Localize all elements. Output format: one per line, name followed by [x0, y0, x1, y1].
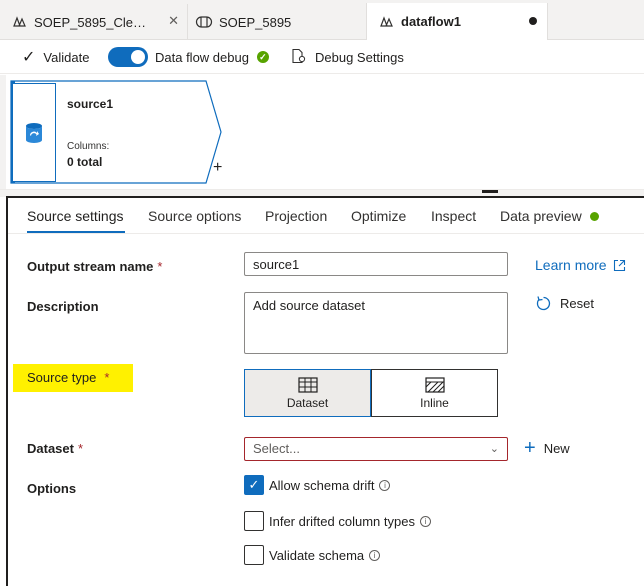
output-stream-label-text: Output stream name	[27, 259, 154, 274]
source-type-dataset-button[interactable]: Dataset	[244, 369, 371, 417]
chevron-down-icon: ⌄	[489, 443, 499, 455]
tab-soep-cleansed[interactable]: SOEP_5895_Cleansed_Data ✕	[10, 4, 188, 40]
validate-label: Validate	[43, 49, 90, 65]
validate-button[interactable]: ✓ Validate	[22, 40, 89, 74]
pipeline-icon	[195, 13, 213, 31]
node-columns-value: 0 total	[67, 155, 103, 169]
dataset-select[interactable]: Select... ⌄	[244, 437, 508, 461]
table-icon	[297, 377, 318, 393]
description-label: Description	[27, 299, 99, 314]
node-title: source1	[67, 97, 114, 111]
settings-doc-icon	[290, 48, 306, 67]
tab-source-options[interactable]: Source options	[148, 208, 241, 224]
source-node-icon-area	[12, 83, 56, 182]
tab-optimize[interactable]: Optimize	[351, 208, 406, 224]
debug-status: Data flow debug ✓	[155, 40, 269, 74]
required-marker: *	[104, 370, 110, 385]
reset-label: Reset	[560, 296, 594, 311]
source-type-inline-button[interactable]: Inline	[371, 369, 498, 417]
infer-drifted-types-label: Infer drifted column types	[269, 513, 415, 529]
unsaved-indicator	[529, 17, 537, 25]
checkbox-unchecked[interactable]	[244, 545, 264, 565]
inline-icon	[424, 377, 445, 393]
debug-settings-button[interactable]: Debug Settings	[290, 40, 404, 74]
tab-data-preview-label: Data preview	[500, 208, 582, 224]
learn-more-text: Learn more	[535, 257, 607, 273]
required-marker: *	[77, 441, 84, 456]
validate-schema-option[interactable]: Validate schema i	[244, 545, 381, 565]
info-icon[interactable]: i	[379, 479, 391, 491]
tab-label: SOEP_5895	[219, 14, 292, 30]
options-label: Options	[27, 481, 77, 496]
canvas-edge	[0, 75, 6, 195]
toolbar: ✓ Validate Data flow debug ✓ Debug Setti…	[0, 40, 644, 74]
output-stream-input[interactable]: source1	[244, 252, 508, 276]
source-type-label: Source type *	[27, 370, 109, 385]
dataset-select-placeholder: Select...	[253, 441, 300, 456]
reset-icon	[536, 296, 551, 311]
new-dataset-label: New	[543, 440, 570, 456]
required-marker: *	[157, 259, 163, 274]
tab-data-preview[interactable]: Data preview	[500, 208, 599, 224]
success-check-icon: ✓	[256, 51, 269, 63]
tab-projection[interactable]: Projection	[265, 208, 327, 224]
learn-more-link[interactable]: Learn more	[535, 257, 626, 273]
external-link-icon	[613, 259, 625, 271]
checkbox-checked[interactable]: ✓	[244, 475, 264, 495]
status-dot	[589, 212, 599, 221]
checkbox-unchecked[interactable]	[244, 511, 264, 531]
toggle-knob	[131, 50, 145, 64]
splitter-handle[interactable]	[482, 190, 498, 193]
database-icon	[26, 122, 42, 143]
debug-settings-label: Debug Settings	[315, 49, 404, 65]
dataflow-icon	[377, 13, 395, 31]
tab-soep-5895[interactable]: SOEP_5895	[195, 4, 365, 40]
settings-tab-bar: Source settings Source options Projectio…	[8, 198, 644, 234]
tab-label: SOEP_5895_Cleansed_Data	[34, 14, 150, 30]
source-type-label-text: Source type	[27, 370, 97, 385]
dataset-label-text: Dataset	[27, 441, 74, 456]
close-icon[interactable]: ✕	[168, 13, 179, 29]
allow-schema-drift-label: Allow schema drift	[269, 477, 375, 493]
tab-inspect[interactable]: Inspect	[431, 208, 476, 224]
inline-option-label: Inline	[420, 396, 449, 410]
info-icon[interactable]: i	[369, 549, 381, 561]
checkmark-icon: ✓	[22, 49, 36, 66]
dataflow-canvas[interactable]: source1 Columns: 0 total +	[0, 75, 644, 195]
info-icon[interactable]: i	[419, 515, 431, 527]
settings-panel: Source settings Source options Projectio…	[6, 196, 644, 586]
node-columns-label: Columns:	[67, 141, 110, 152]
validate-schema-label: Validate schema	[269, 547, 365, 563]
active-tab-indicator	[27, 231, 125, 233]
infer-drifted-types-option[interactable]: Infer drifted column types i	[244, 511, 431, 531]
debug-label: Data flow debug	[155, 49, 249, 65]
debug-toggle[interactable]	[108, 47, 148, 67]
new-dataset-button[interactable]: + New	[524, 437, 570, 459]
dataflow-icon	[10, 13, 28, 31]
tab-source-settings[interactable]: Source settings	[27, 208, 124, 224]
dataset-label: Dataset *	[27, 441, 83, 456]
tab-dataflow1[interactable]: dataflow1	[366, 3, 548, 40]
allow-schema-drift-option[interactable]: ✓ Allow schema drift i	[244, 475, 391, 495]
reset-button[interactable]: Reset	[535, 295, 594, 312]
add-transform-button[interactable]: +	[213, 159, 222, 177]
plus-icon: +	[524, 437, 536, 459]
tab-label: dataflow1	[401, 14, 461, 29]
dataset-option-label: Dataset	[286, 396, 329, 410]
document-tab-bar: SOEP_5895_Cleansed_Data ✕ SOEP_5895 data…	[0, 0, 644, 40]
output-stream-label: Output stream name *	[27, 259, 162, 274]
description-textarea[interactable]: Add source dataset	[244, 292, 508, 354]
